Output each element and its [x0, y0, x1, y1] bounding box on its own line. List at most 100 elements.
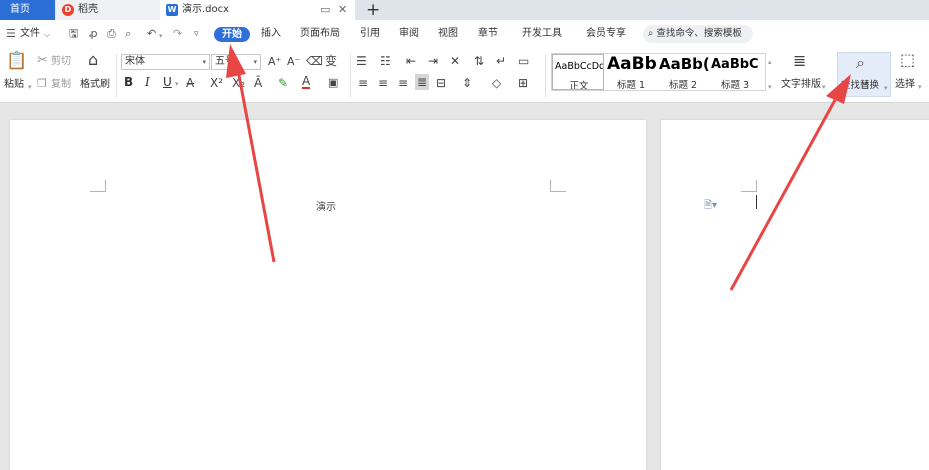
- gallery-scroll-up-icon[interactable]: ▴: [768, 56, 772, 68]
- file-menu[interactable]: 文件: [20, 28, 40, 40]
- margin-corner-mark: [741, 180, 757, 192]
- style-label: 标题 2: [668, 80, 698, 90]
- tab-review[interactable]: 审阅: [399, 28, 419, 40]
- search-icon: ⌕: [648, 28, 654, 39]
- ribbon-divider: [350, 54, 351, 98]
- select-cursor-icon[interactable]: ⬚: [900, 52, 915, 68]
- document-page-1[interactable]: 演示: [10, 120, 646, 470]
- customize-toolbar-icon[interactable]: ▿: [194, 28, 199, 40]
- close-tab-icon[interactable]: ✕: [338, 3, 347, 17]
- style-normal[interactable]: AaBbCcDd 正文: [552, 54, 604, 90]
- underline-dropdown-icon[interactable]: ▾: [175, 78, 179, 90]
- chinese-layout-icon[interactable]: ✕: [450, 54, 460, 68]
- undo-dropdown-icon[interactable]: ▾: [159, 30, 163, 42]
- numbered-list-icon[interactable]: ☷: [380, 54, 391, 68]
- justify-icon[interactable]: ≣: [415, 74, 430, 90]
- tab-document-label: 演示.docx: [182, 4, 230, 15]
- strikethrough-icon[interactable]: A̶: [186, 76, 194, 90]
- show-marks-icon[interactable]: ↵: [496, 54, 506, 68]
- align-right-icon[interactable]: ≡: [398, 76, 408, 90]
- text-layout-dropdown-icon[interactable]: ▾: [822, 81, 826, 93]
- align-center-icon[interactable]: ≡: [378, 76, 388, 90]
- select-button[interactable]: 选择: [895, 79, 915, 91]
- style-label: 标题 1: [616, 80, 646, 90]
- sort-icon[interactable]: ⇅: [474, 54, 484, 68]
- margin-corner-mark: [550, 180, 566, 192]
- text-layout-button[interactable]: 文字排版: [781, 79, 821, 91]
- gallery-expand-icon[interactable]: ▾: [768, 81, 772, 93]
- superscript-icon[interactable]: X²: [210, 76, 223, 90]
- print-preview-icon[interactable]: ⌕: [125, 28, 131, 40]
- cut-button[interactable]: 剪切: [51, 56, 71, 68]
- text-effect-icon[interactable]: Ā: [254, 76, 262, 90]
- chevron-down-icon[interactable]: ⌵: [44, 29, 50, 41]
- font-color-icon[interactable]: A: [302, 75, 311, 89]
- save-icon[interactable]: 🖫: [69, 28, 78, 40]
- tab-page-layout[interactable]: 页面布局: [300, 28, 340, 40]
- paste-options-icon[interactable]: 🗎▾: [704, 198, 717, 215]
- format-painter-button[interactable]: 格式刷: [80, 79, 110, 91]
- format-painter-icon[interactable]: ⌂: [88, 52, 98, 68]
- table-borders-icon[interactable]: ▭: [518, 54, 529, 68]
- clear-format-icon[interactable]: ⌫: [306, 54, 323, 68]
- print-icon[interactable]: ⎙: [107, 28, 116, 40]
- underline-button[interactable]: U: [163, 76, 172, 88]
- style-heading-2[interactable]: AaBb( 标题 2: [657, 54, 709, 90]
- paste-button[interactable]: 粘贴: [4, 79, 24, 91]
- hamburger-menu-icon[interactable]: ☰: [6, 28, 16, 40]
- style-preview: AaBbC: [711, 57, 759, 72]
- command-search-box[interactable]: ⌕ 查找命令、搜索模板: [643, 25, 753, 43]
- increase-indent-icon[interactable]: ⇥: [428, 54, 438, 68]
- undo-icon[interactable]: ↶: [147, 28, 156, 40]
- menu-bar: ☰ 文件 ⌵ 🖫 ꝓ ⎙ ⌕ ↶ ▾ ↷ ▿ 开始 插入 页面布局 引用 审阅 …: [0, 20, 929, 48]
- style-heading-3[interactable]: AaBbC 标题 3: [709, 54, 761, 90]
- redo-icon[interactable]: ↷: [173, 28, 182, 40]
- tab-document[interactable]: W 演示.docx ▭ ✕: [160, 0, 355, 20]
- styles-gallery: AaBbCcDd 正文 AaBb 标题 1 AaBb( 标题 2 AaBbC 标…: [551, 53, 766, 91]
- bold-button[interactable]: B: [124, 76, 133, 88]
- highlight-color-icon[interactable]: ✎: [278, 76, 288, 90]
- align-left-icon[interactable]: ≡: [358, 76, 368, 90]
- select-dropdown-icon[interactable]: ▾: [918, 81, 922, 93]
- grow-font-icon[interactable]: A⁺: [268, 55, 281, 69]
- copy-button[interactable]: 复制: [51, 79, 71, 91]
- subscript-icon[interactable]: X₂: [232, 76, 245, 90]
- tab-developer[interactable]: 开发工具: [522, 28, 562, 40]
- line-spacing-icon[interactable]: ⇕: [462, 76, 472, 90]
- document-body-text[interactable]: 演示: [316, 198, 336, 213]
- mouse-pointer-icon: ☝: [862, 78, 870, 92]
- bullet-list-icon[interactable]: ☰: [356, 54, 367, 68]
- document-canvas[interactable]: 演示 🗎▾: [0, 104, 929, 470]
- margin-corner-mark: [90, 180, 106, 192]
- font-name-select[interactable]: 宋体 ▾: [121, 54, 210, 70]
- shrink-font-icon[interactable]: A⁻: [287, 55, 300, 69]
- char-border-icon[interactable]: ▣: [328, 76, 338, 90]
- font-size-select[interactable]: 五号 ▾: [211, 54, 261, 70]
- paste-icon[interactable]: 📋: [6, 53, 27, 70]
- tab-view[interactable]: 视图: [438, 28, 458, 40]
- new-tab-button[interactable]: +: [366, 0, 380, 20]
- pinyin-guide-icon[interactable]: 变: [325, 54, 337, 68]
- pin-window-icon[interactable]: ▭: [320, 3, 330, 17]
- decrease-indent-icon[interactable]: ⇤: [406, 54, 416, 68]
- export-pdf-icon[interactable]: ꝓ: [89, 28, 98, 40]
- tab-daoke[interactable]: D 稻壳: [56, 0, 164, 20]
- tab-member[interactable]: 会员专享: [586, 28, 626, 40]
- scissors-icon[interactable]: ✂: [37, 54, 48, 68]
- tab-daoke-label: 稻壳: [78, 4, 98, 15]
- borders-icon[interactable]: ⊞: [518, 76, 528, 90]
- copy-icon[interactable]: ❐: [37, 77, 47, 91]
- chevron-down-icon: ▾: [884, 84, 888, 92]
- distribute-icon[interactable]: ⊟: [436, 76, 446, 90]
- document-page-2[interactable]: 🗎▾: [661, 120, 929, 470]
- paste-dropdown-icon[interactable]: ▾: [28, 81, 32, 93]
- italic-button[interactable]: I: [145, 76, 150, 88]
- tab-references[interactable]: 引用: [360, 28, 380, 40]
- shading-icon[interactable]: ◇: [492, 76, 501, 90]
- tab-insert[interactable]: 插入: [261, 28, 281, 40]
- tab-chapter[interactable]: 章节: [478, 28, 498, 40]
- text-layout-icon[interactable]: ≣: [793, 53, 806, 69]
- tab-start[interactable]: 开始: [214, 27, 250, 42]
- style-heading-1[interactable]: AaBb 标题 1: [605, 54, 657, 90]
- tab-home[interactable]: 首页: [0, 0, 55, 20]
